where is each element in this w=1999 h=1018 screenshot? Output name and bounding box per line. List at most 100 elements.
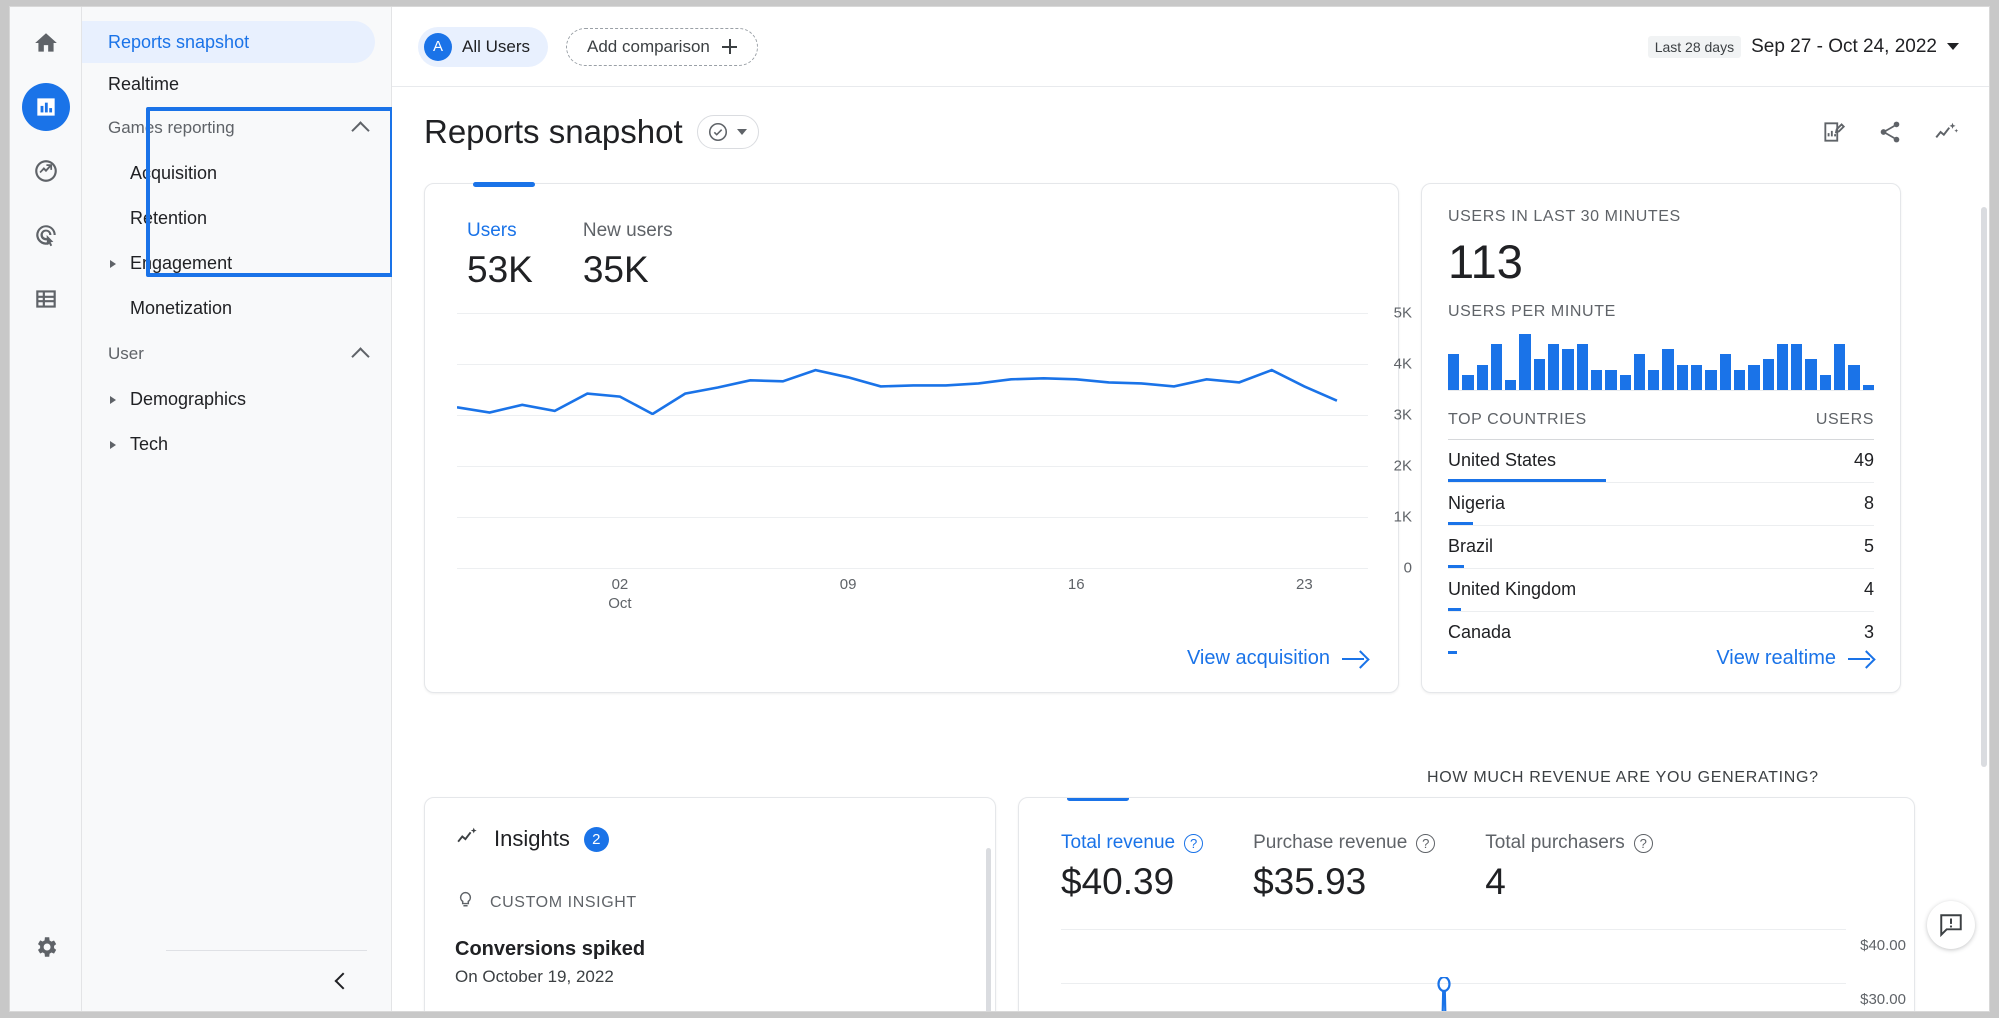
chevron-down-icon bbox=[1947, 43, 1959, 50]
table-row[interactable]: United Kingdom 4 bbox=[1448, 568, 1874, 611]
country-users: 8 bbox=[1863, 493, 1874, 513]
sidebar-group-games-reporting[interactable]: Games reporting bbox=[82, 105, 391, 151]
page-header: Reports snapshot bbox=[392, 87, 1989, 151]
bar bbox=[1476, 364, 1488, 390]
cards-row-bottom: Insights 2 CUSTOM INSIGHT Conversions sp… bbox=[424, 797, 1915, 1011]
sidebar-group-user[interactable]: User bbox=[82, 331, 391, 377]
y-axis-tick-label: 3K bbox=[1393, 406, 1412, 424]
view-realtime-link[interactable]: View realtime bbox=[1716, 647, 1874, 670]
insights-icon bbox=[455, 824, 480, 854]
share-icon[interactable] bbox=[1877, 119, 1903, 145]
sidebar-item-reports-snapshot[interactable]: Reports snapshot bbox=[82, 21, 375, 63]
sidebar-item-acquisition[interactable]: Acquisition bbox=[82, 151, 391, 196]
date-range-text: Sep 27 - Oct 24, 2022 bbox=[1751, 35, 1937, 57]
bar bbox=[1490, 344, 1503, 390]
sidebar-item-retention[interactable]: Retention bbox=[82, 196, 391, 241]
bar bbox=[1862, 384, 1874, 390]
help-icon[interactable]: ? bbox=[1633, 833, 1653, 853]
insight-kind-label: CUSTOM INSIGHT bbox=[490, 894, 637, 911]
bar bbox=[1619, 374, 1631, 390]
sidebar-item-realtime[interactable]: Realtime bbox=[82, 63, 375, 105]
gridline bbox=[457, 415, 1368, 416]
bar bbox=[1733, 369, 1746, 390]
insight-item-title[interactable]: Conversions spiked bbox=[455, 938, 967, 961]
insights-count-badge: 2 bbox=[583, 826, 609, 852]
metric-new-users[interactable]: New users 35K bbox=[583, 220, 673, 291]
sidebar-item-label: Reports snapshot bbox=[108, 31, 250, 52]
bar bbox=[1719, 354, 1731, 390]
chevron-left-icon bbox=[334, 972, 352, 990]
sidebar-item-monetization[interactable]: Monetization bbox=[82, 286, 391, 331]
metric-label: New users bbox=[582, 220, 673, 241]
sidebar-item-demographics[interactable]: Demographics bbox=[82, 377, 391, 422]
top-countries-header: TOP COUNTRIES USERS bbox=[1448, 397, 1874, 439]
insight-item-date: On October 19, 2022 bbox=[455, 967, 614, 986]
home-icon[interactable] bbox=[22, 19, 70, 67]
add-comparison-label: Add comparison bbox=[587, 36, 710, 56]
y-axis-tick-label: $40.00 bbox=[1860, 937, 1906, 954]
help-icon[interactable]: ? bbox=[1416, 833, 1436, 853]
revenue-card: Total revenue ? $40.39 Purchase revenue … bbox=[1018, 797, 1915, 1011]
main-scrollbar[interactable] bbox=[1981, 207, 1987, 767]
bar bbox=[1505, 379, 1517, 390]
metric-total-revenue[interactable]: Total revenue ? $40.39 bbox=[1061, 832, 1204, 903]
bar bbox=[1748, 364, 1760, 390]
metric-label-text: Total revenue bbox=[1061, 832, 1176, 853]
table-row[interactable]: United States 49 bbox=[1448, 439, 1874, 482]
metric-total-purchasers[interactable]: Total purchasers ? 4 bbox=[1485, 832, 1653, 903]
bar bbox=[1834, 344, 1846, 390]
country-users: 5 bbox=[1863, 536, 1874, 556]
arrow-right-icon bbox=[1342, 651, 1368, 667]
settings-gear-icon[interactable] bbox=[22, 923, 70, 971]
top-bar: A All Users Add comparison Last 28 days … bbox=[392, 7, 1989, 87]
reports-icon[interactable] bbox=[21, 83, 70, 131]
explore-icon[interactable] bbox=[22, 147, 70, 195]
users-per-minute-bar-chart bbox=[1448, 333, 1874, 391]
icon-rail bbox=[10, 7, 82, 1011]
metric-users[interactable]: Users 53K bbox=[467, 220, 533, 291]
help-icon[interactable]: ? bbox=[1184, 833, 1204, 853]
view-acquisition-link[interactable]: View acquisition bbox=[1187, 647, 1368, 670]
add-comparison-button[interactable]: Add comparison bbox=[566, 27, 758, 66]
main-content: A All Users Add comparison Last 28 days … bbox=[392, 7, 1989, 1011]
customize-report-icon[interactable] bbox=[1821, 119, 1847, 145]
table-row[interactable]: Brazil 5 bbox=[1448, 525, 1874, 568]
bar bbox=[1605, 369, 1617, 390]
date-range-picker[interactable]: Last 28 days Sep 27 - Oct 24, 2022 bbox=[1647, 35, 1959, 58]
card-tab-indicator bbox=[473, 182, 535, 187]
analytics-app: Reports snapshot Realtime Games reportin… bbox=[9, 6, 1990, 1012]
arrow-right-icon bbox=[1848, 651, 1874, 667]
sidebar-item-label: Engagement bbox=[130, 253, 233, 273]
audience-chip[interactable]: A All Users bbox=[418, 26, 549, 67]
avatar: A bbox=[424, 32, 452, 61]
advertising-icon[interactable] bbox=[22, 211, 70, 259]
revenue-metrics: Total revenue ? $40.39 Purchase revenue … bbox=[1019, 798, 1914, 903]
insights-scrollbar[interactable] bbox=[986, 848, 991, 1011]
send-feedback-button[interactable] bbox=[1927, 901, 1975, 949]
gridline bbox=[457, 313, 1368, 314]
table-row[interactable]: Nigeria 8 bbox=[1448, 482, 1874, 525]
report-status-dropdown[interactable] bbox=[696, 115, 759, 149]
revenue-section-heading: HOW MUCH REVENUE ARE YOU GENERATING? bbox=[1427, 769, 1819, 786]
configure-icon[interactable] bbox=[22, 275, 70, 323]
bar bbox=[1648, 369, 1660, 390]
chevron-up-icon bbox=[351, 347, 370, 366]
y-axis-tick-label: 0 bbox=[1403, 559, 1412, 577]
insights-icon[interactable] bbox=[1933, 119, 1959, 145]
sidebar-item-engagement[interactable]: Engagement bbox=[82, 241, 391, 286]
metric-purchase-revenue[interactable]: Purchase revenue ? $35.93 bbox=[1253, 832, 1436, 903]
chevron-right-icon bbox=[110, 440, 116, 449]
gridline bbox=[457, 517, 1368, 518]
sidebar-item-tech[interactable]: Tech bbox=[82, 422, 391, 467]
collapse-navigation-button[interactable] bbox=[331, 969, 355, 993]
sidebar-item-label: Monetization bbox=[130, 298, 233, 318]
bar bbox=[1548, 344, 1560, 390]
sidebar-item-label: Acquisition bbox=[130, 163, 218, 183]
y-axis-tick-label: 5K bbox=[1393, 304, 1412, 322]
bar bbox=[1819, 374, 1832, 390]
y-axis-tick-label: 4K bbox=[1393, 355, 1412, 373]
insight-kind-row: CUSTOM INSIGHT bbox=[455, 890, 967, 916]
chevron-right-icon bbox=[110, 395, 116, 404]
bar bbox=[1633, 354, 1646, 390]
bar bbox=[1462, 374, 1474, 390]
